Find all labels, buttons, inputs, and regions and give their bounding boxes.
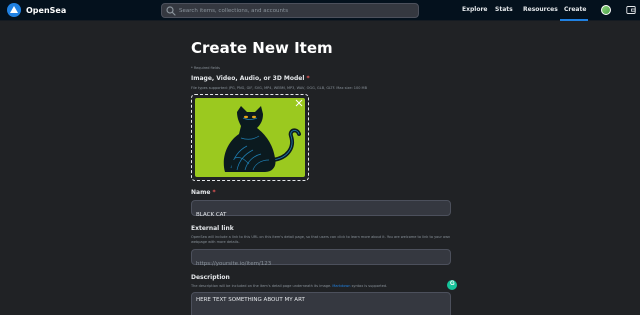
wallet-icon[interactable]	[626, 5, 636, 15]
required-fields-note: * Required fields	[191, 66, 220, 70]
media-label: Image, Video, Audio, or 3D Model *	[191, 75, 310, 82]
brand-name: OpenSea	[26, 5, 67, 15]
required-star: *	[306, 75, 310, 82]
top-nav-bar: OpenSea Explore Stats Resources Create	[0, 0, 640, 21]
search-icon	[166, 5, 176, 16]
required-star: *	[212, 189, 216, 196]
active-nav-indicator	[560, 19, 588, 21]
description-help-after: syntax is supported.	[351, 284, 388, 288]
nav-explore[interactable]: Explore	[462, 6, 487, 13]
external-link-help-text: OpenSea will include a link to this URL …	[191, 235, 451, 244]
search-bar[interactable]	[161, 3, 419, 18]
media-label-text: Image, Video, Audio, or 3D Model	[191, 75, 305, 82]
media-upload-dropzone[interactable]	[191, 94, 309, 181]
uploaded-artwork-preview	[195, 98, 305, 177]
name-label-text: Name	[191, 189, 211, 196]
grammarly-icon[interactable]: G	[447, 280, 457, 290]
media-help-text: File types supported: JPG, PNG, GIF, SVG…	[191, 86, 367, 90]
avatar[interactable]	[601, 5, 611, 15]
description-field[interactable]: HERE TEXT SOMETHING ABOUT MY ART	[191, 292, 451, 315]
description-textarea[interactable]: HERE TEXT SOMETHING ABOUT MY ART	[192, 293, 450, 315]
opensea-logo-icon	[7, 3, 21, 17]
description-label: Description	[191, 274, 230, 281]
external-link-field[interactable]	[191, 249, 451, 271]
description-help-text: The description will be included on the …	[191, 284, 453, 289]
nav-stats[interactable]: Stats	[495, 6, 513, 13]
brand-logo[interactable]: OpenSea	[7, 3, 66, 17]
name-label: Name *	[191, 189, 216, 196]
nav-resources[interactable]: Resources	[523, 6, 558, 13]
name-field[interactable]	[191, 200, 451, 222]
search-input[interactable]	[179, 7, 409, 14]
page-title: Create New Item	[191, 39, 333, 57]
name-input[interactable]	[192, 208, 450, 222]
external-link-input[interactable]	[192, 257, 450, 271]
description-help-before: The description will be included on the …	[191, 284, 332, 288]
close-icon[interactable]	[295, 99, 303, 107]
external-link-label: External link	[191, 225, 234, 232]
markdown-link[interactable]: Markdown	[332, 284, 350, 288]
nav-create[interactable]: Create	[564, 6, 586, 13]
